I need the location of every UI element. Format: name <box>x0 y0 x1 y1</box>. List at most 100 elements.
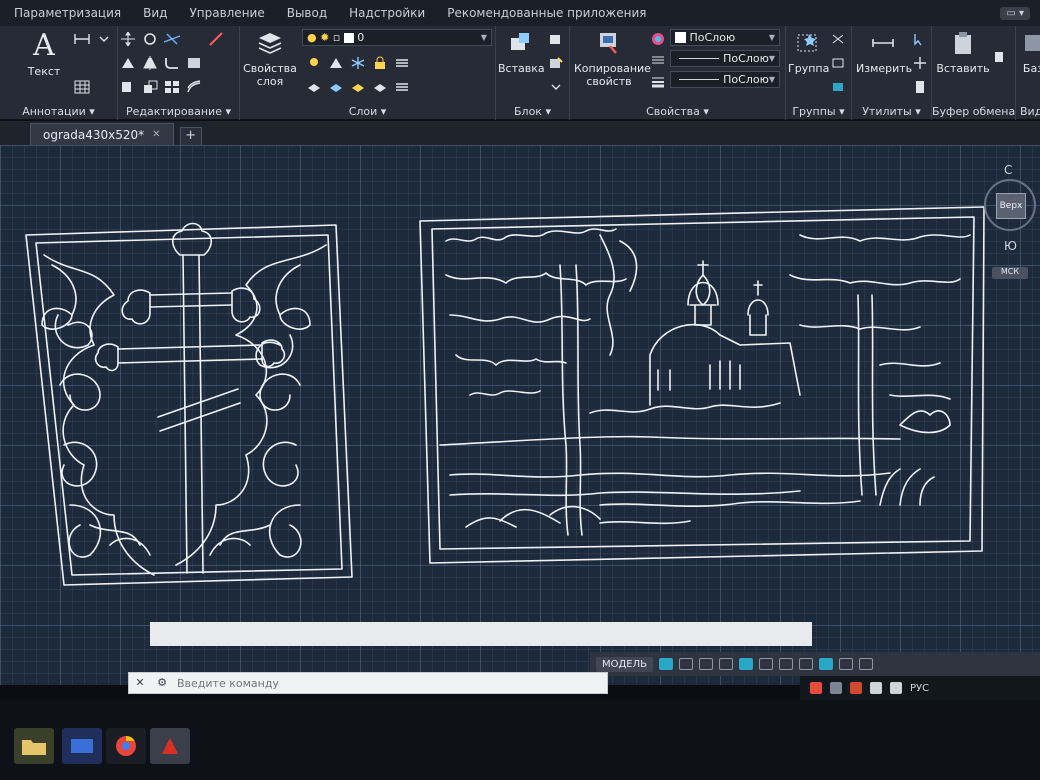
tab-view[interactable]: Вид <box>143 6 167 20</box>
fence-panel-church[interactable] <box>419 206 985 564</box>
paste-button[interactable]: Вставить <box>936 30 990 75</box>
ungroup-icon[interactable] <box>830 32 846 46</box>
erase-icon[interactable] <box>208 32 224 46</box>
lineweight-toggle-icon[interactable] <box>779 658 794 670</box>
group-edit-icon[interactable] <box>830 56 846 70</box>
edit-group-title[interactable]: Редактирование ▾ <box>118 105 239 118</box>
tray-language[interactable]: РУС <box>910 683 929 694</box>
tab-addins[interactable]: Надстройки <box>349 6 425 20</box>
osnap-toggle-icon[interactable] <box>739 658 754 670</box>
command-input[interactable] <box>173 674 607 692</box>
media-taskbar-icon[interactable] <box>62 728 102 764</box>
layer-states-icon[interactable] <box>394 56 410 70</box>
layer-freeze-icon[interactable] <box>350 56 366 70</box>
offset-icon[interactable] <box>186 80 202 94</box>
annotation-scale-icon[interactable] <box>799 658 814 670</box>
tray-antivirus-icon[interactable] <box>850 682 862 694</box>
drawing-canvas[interactable]: С Верх Ю МСК <box>0 145 1040 685</box>
layer-merge-icon[interactable] <box>394 80 410 94</box>
layer-lock-icon[interactable] <box>372 56 388 70</box>
copy-to-layer-icon[interactable] <box>372 80 388 94</box>
chrome-taskbar-icon[interactable] <box>106 728 146 764</box>
viewcube-south[interactable]: Ю <box>1004 239 1017 253</box>
table-icon[interactable] <box>74 80 90 94</box>
dimension-icon[interactable] <box>74 32 90 46</box>
linetype-combo[interactable]: ПоСлою ▼ <box>670 50 780 67</box>
make-current-icon[interactable] <box>306 80 322 94</box>
tab-parametrization[interactable]: Параметризация <box>14 6 121 20</box>
mirror-icon[interactable] <box>142 56 158 70</box>
utilities-group-title[interactable]: Утилиты ▾ <box>852 105 931 118</box>
layer-isolate-icon[interactable] <box>328 56 344 70</box>
group-button-label: Группа <box>788 62 830 75</box>
layer-off-icon[interactable] <box>306 56 322 70</box>
layer-walk-icon[interactable] <box>350 80 366 94</box>
scale-icon[interactable] <box>142 80 158 94</box>
point-style-icon[interactable] <box>912 56 928 70</box>
ortho-toggle-icon[interactable] <box>699 658 714 670</box>
viewcube-north[interactable]: С <box>1004 163 1012 177</box>
viewcube[interactable]: С Верх Ю МСК <box>984 163 1036 293</box>
model-space-button[interactable]: МОДЕЛЬ <box>596 656 654 672</box>
copy-clip-icon[interactable] <box>992 50 1008 64</box>
close-tab-icon[interactable]: ✕ <box>152 129 160 140</box>
clipboard-group-title[interactable]: Буфер обмена <box>932 105 1015 118</box>
tab-featured-apps[interactable]: Рекомендованные приложения <box>447 6 646 20</box>
otrack-toggle-icon[interactable] <box>759 658 774 670</box>
tab-output[interactable]: Вывод <box>287 6 327 20</box>
rotate-icon[interactable] <box>142 32 158 46</box>
panel-toggle-icon[interactable]: ▭ ▾ <box>1000 6 1030 20</box>
block-group-title[interactable]: Блок ▾ <box>496 105 569 118</box>
groups-group-title[interactable]: Группы ▾ <box>786 105 851 118</box>
tray-network-icon[interactable] <box>830 682 842 694</box>
stretch-icon[interactable] <box>120 80 136 94</box>
polar-toggle-icon[interactable] <box>719 658 734 670</box>
insert-block-button[interactable]: Вставка <box>498 30 545 75</box>
tray-volume-icon[interactable] <box>870 682 882 694</box>
create-block-icon[interactable] <box>548 32 564 46</box>
file-tab[interactable]: ograda430x520* ✕ <box>30 123 174 145</box>
match-layer-icon[interactable] <box>328 80 344 94</box>
match-properties-button[interactable]: Копирование свойств <box>574 30 651 88</box>
tray-app-icon[interactable] <box>810 682 822 694</box>
base-view-button[interactable]: Баз <box>1018 30 1040 75</box>
text-button[interactable]: A Текст <box>20 30 68 79</box>
measure-button[interactable]: Измерить <box>856 30 912 75</box>
dimension-dropdown-icon[interactable] <box>96 32 112 46</box>
tray-battery-icon[interactable] <box>890 682 902 694</box>
view-group-title[interactable]: Вид <box>1020 105 1040 118</box>
viewcube-top-face[interactable]: Верх <box>996 193 1026 219</box>
fence-panel-cross[interactable] <box>25 222 353 586</box>
isolate-objects-icon[interactable] <box>839 658 854 670</box>
lineweight-combo[interactable]: ПоСлою ▼ <box>670 71 780 88</box>
trim-icon[interactable] <box>164 32 180 46</box>
close-command-line-icon[interactable]: ✕ <box>129 673 151 693</box>
block-attributes-icon[interactable] <box>548 80 564 94</box>
tab-manage[interactable]: Управление <box>189 6 264 20</box>
array-icon[interactable] <box>164 80 180 94</box>
autocad-taskbar-icon[interactable] <box>150 728 190 764</box>
layer-combo[interactable]: ● ✹ ▫ 0 ▼ <box>302 29 492 46</box>
grid-toggle-icon[interactable] <box>659 658 674 670</box>
move-icon[interactable] <box>120 32 136 46</box>
group-button[interactable]: Группа <box>788 30 830 75</box>
workspace-icon[interactable] <box>819 658 834 670</box>
new-tab-button[interactable]: + <box>179 127 202 145</box>
fillet-icon[interactable] <box>164 56 180 70</box>
layer-properties-button[interactable]: Свойства слоя <box>242 30 298 88</box>
quick-select-icon[interactable] <box>912 32 928 46</box>
explorer-taskbar-icon[interactable] <box>14 728 54 764</box>
color-combo[interactable]: ПоСлою ▼ <box>670 29 780 46</box>
layers-group-title[interactable]: Слои ▾ <box>240 105 495 118</box>
annotations-group-title[interactable]: Аннотации ▾ <box>0 105 117 118</box>
wcs-menu[interactable]: МСК <box>992 267 1028 279</box>
calculator-icon[interactable] <box>912 80 928 94</box>
explode-icon[interactable] <box>186 56 202 70</box>
copy-icon[interactable] <box>120 56 136 70</box>
customize-command-icon[interactable]: ⚙ <box>151 673 173 693</box>
snap-toggle-icon[interactable] <box>679 658 694 670</box>
properties-group-title[interactable]: Свойства ▾ <box>570 105 785 118</box>
customize-status-icon[interactable] <box>859 658 874 670</box>
group-selection-icon[interactable] <box>830 80 846 94</box>
edit-block-icon[interactable] <box>548 56 564 70</box>
